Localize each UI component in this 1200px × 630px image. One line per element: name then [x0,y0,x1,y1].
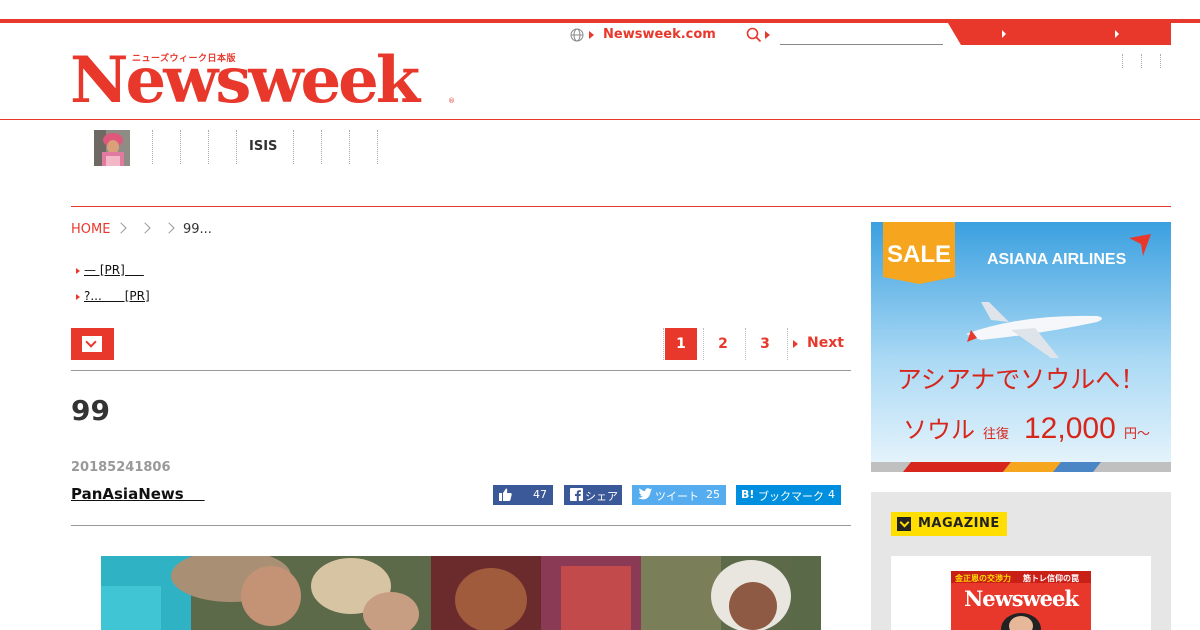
bullet-icon [76,268,80,274]
globe-icon [570,28,584,42]
site-link-arrow-icon [589,31,594,39]
article-hero-image [101,556,821,630]
chevron-down-icon [897,517,911,531]
like-button[interactable]: 47 [493,485,553,505]
ad-roundtrip: 往復 [983,426,1009,442]
hatena-bookmark-button[interactable]: B! ブックマーク 4 [736,485,841,505]
chevron-right-icon [115,222,127,234]
cover-tag-2: 筋トレ信仰の罠 [1022,573,1079,583]
logo-wordmark: Newsweek [70,43,420,118]
article-top-rule [71,370,851,371]
newsweek-com-link[interactable]: Newsweek.com [603,27,716,42]
article-author[interactable]: PanAsiaNews [71,485,205,503]
pr-link-text[interactable]: — [PR] [84,263,144,277]
facebook-icon [570,488,583,501]
facebook-share-label: シェア [585,490,618,503]
next-arrow-icon [793,340,798,348]
expand-button[interactable] [71,328,114,360]
cover-title: Newsweek [964,586,1079,611]
ad-route: ソウル [903,416,975,444]
nav-thumbnail-image[interactable] [94,130,130,166]
chevron-right-icon [139,222,151,234]
article-header-rule [71,525,851,526]
nav-divider [293,130,294,164]
page-1-button[interactable]: 1 [665,328,697,360]
next-page-link[interactable]: Next [807,335,844,351]
article-title: 99 [71,394,110,427]
header-social-divider [1160,54,1161,68]
ad-airline-name: ASIANA AIRLINES [987,251,1127,268]
header-bottom-line [0,119,1200,120]
magazine-cover-image[interactable]: 金正恩の交渉力 筋トレ信仰の罠 Newsweek [951,571,1091,630]
caret-right-icon [1115,30,1119,38]
nav-divider [321,130,322,164]
page-3-button[interactable]: 3 [749,328,781,360]
nav-divider [180,130,181,164]
ad-sale-text: SALE [887,241,951,268]
pagination-divider [745,328,746,360]
thumbs-up-icon [499,488,512,501]
hatena-bookmark-label: ブックマーク [758,490,824,503]
pagination-divider [703,328,704,360]
pagination-divider [663,328,664,360]
logo-subtitle: ニューズウィーク日本版 [132,54,237,64]
hatena-count: 4 [828,488,835,501]
nav-item-isis[interactable]: ISIS [249,139,277,154]
twitter-bird-icon [638,488,652,500]
pr-link-text[interactable]: ?... [PR] [84,289,150,303]
nav-divider [349,130,350,164]
logo-registered-mark: ® [448,97,455,105]
pagination-divider [787,328,788,360]
asiana-airlines-ad[interactable]: SALE ASIANA AIRLINES アシアナでソウルへ！ ソウル 往復 1… [871,222,1171,472]
search-input[interactable] [780,29,943,45]
top-red-line [0,19,1200,23]
magazine-badge: MAGAZINE [891,512,1007,536]
nav-divider [208,130,209,164]
ad-price-unit: 円〜 [1124,427,1150,442]
nav-divider [152,130,153,164]
nav-bottom-line [71,206,1171,207]
header-tab-right-button[interactable] [1043,23,1171,45]
facebook-share-button[interactable]: シェア [564,485,622,505]
cover-tag-1: 金正恩の交渉力 [954,573,1011,583]
chevron-right-icon [163,222,175,234]
like-count: 47 [533,488,547,501]
twitter-share-label: ツイート [655,490,699,503]
bullet-icon [76,294,80,300]
breadcrumb-home[interactable]: HOME [71,222,110,237]
header-social-divider [1141,54,1142,68]
header-social-divider [1122,54,1123,68]
caret-right-icon [1002,30,1006,38]
article-date: 20185241806 [71,460,171,475]
page-2-button[interactable]: 2 [707,328,739,360]
ad-price: 12,000 [1024,412,1116,445]
nav-divider [377,130,378,164]
twitter-count: 25 [706,488,720,501]
breadcrumb-current: 99... [183,222,212,237]
ad-headline: アシアナでソウルへ！ [897,365,1146,394]
search-arrow-icon [765,31,770,39]
twitter-share-button[interactable]: ツイート 25 [632,485,726,505]
search-icon[interactable] [746,27,762,43]
newsweek-logo[interactable]: Newsweek ニューズウィーク日本版 ® [70,43,460,118]
magazine-badge-label: MAGAZINE [918,516,1000,531]
hatena-b-icon: B! [741,488,755,501]
nav-divider [236,130,237,164]
